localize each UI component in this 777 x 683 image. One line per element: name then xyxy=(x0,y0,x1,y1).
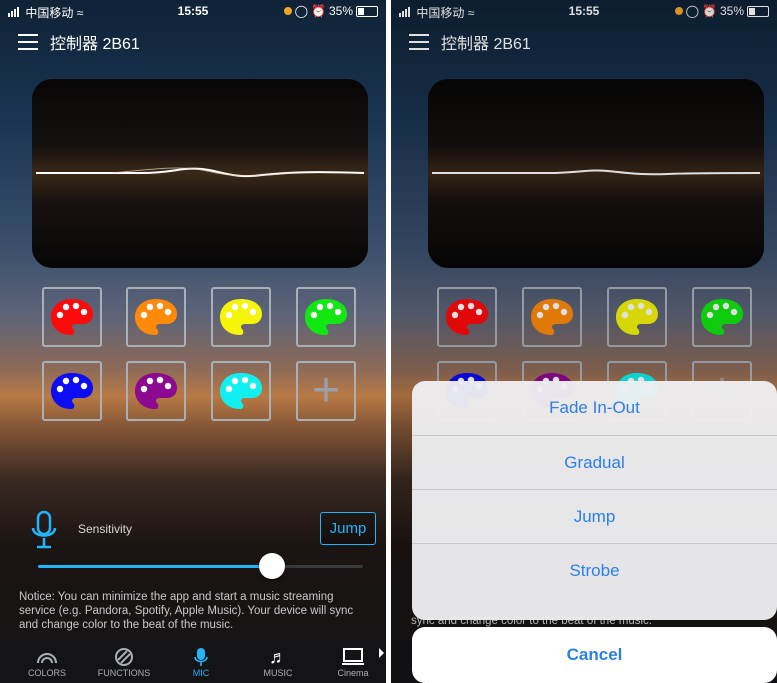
mic-icon xyxy=(166,646,236,668)
palette-icon xyxy=(305,299,347,335)
stripes-icon xyxy=(89,646,159,668)
tab-functions[interactable]: FUNCTIONS xyxy=(89,646,159,678)
menu-icon[interactable] xyxy=(18,34,38,50)
waveform xyxy=(36,167,365,178)
cancel-button[interactable]: Cancel xyxy=(412,627,777,683)
status-right: ◯ ⏰ 35% xyxy=(283,4,378,18)
alarm-icon: ⏰ xyxy=(311,4,326,18)
screen-icon xyxy=(318,646,386,668)
palette-icon xyxy=(51,299,93,335)
color-palette-orange[interactable] xyxy=(126,287,186,347)
color-palette-green[interactable] xyxy=(296,287,356,347)
tab-cinema[interactable]: Cinema xyxy=(318,646,386,678)
slider-knob[interactable] xyxy=(259,553,285,579)
tab-colors[interactable]: COLORS xyxy=(12,646,82,678)
recording-dot-icon xyxy=(283,7,292,15)
more-tabs-arrow-icon[interactable] xyxy=(379,648,384,658)
mic-icon xyxy=(30,510,58,555)
plus-icon: + xyxy=(311,364,341,417)
tab-mic[interactable]: MIC xyxy=(166,646,236,678)
page-title: 控制器 2B61 xyxy=(50,36,140,53)
color-palette-yellow[interactable] xyxy=(211,287,271,347)
tab-label: MIC xyxy=(192,668,210,678)
palette-icon xyxy=(220,373,262,409)
color-palette-cyan[interactable] xyxy=(211,361,271,421)
tab-label: COLORS xyxy=(27,668,66,678)
battery-percent: 35% xyxy=(328,4,353,18)
tab-bar: COLORS FUNCTIONS MIC ♬ MUSIC Cinema xyxy=(0,640,386,683)
phone-screen-right: 中国移动 ≈ 15:55 ◯ ⏰ 35% 控制器 2B61 sync and c… xyxy=(391,0,777,683)
tab-label: Cinema xyxy=(337,668,369,678)
palette-icon xyxy=(51,373,93,409)
rainbow-icon xyxy=(12,646,82,668)
audio-visualizer xyxy=(32,79,368,268)
slider-fill xyxy=(38,565,272,568)
color-palette-red[interactable] xyxy=(42,287,102,347)
status-bar: 中国移动 ≈ 15:55 ◯ ⏰ 35% xyxy=(0,0,386,20)
option-jump[interactable]: Jump xyxy=(412,489,777,543)
phone-screen-left: 中国移动 ≈ 15:55 ◯ ⏰ 35% 控制器 2B61 + Sensitiv… xyxy=(0,0,386,683)
sensitivity-label: Sensitivity xyxy=(78,522,133,536)
mode-button[interactable]: Jump xyxy=(320,512,376,545)
add-color-button[interactable]: + xyxy=(296,361,356,421)
option-gradual[interactable]: Gradual xyxy=(412,435,777,489)
notice-text: Notice: You can minimize the app and sta… xyxy=(19,591,354,631)
palette-icon xyxy=(220,299,262,335)
lock-rotation-icon: ◯ xyxy=(294,4,309,18)
option-fade-in-out[interactable]: Fade In-Out xyxy=(412,381,777,435)
tab-label: FUNCTIONS xyxy=(97,668,151,678)
action-sheet: Fade In-Out Gradual Jump Strobe xyxy=(412,381,777,620)
battery-icon xyxy=(356,5,378,17)
sensitivity-slider[interactable] xyxy=(38,553,363,579)
palette-icon xyxy=(135,299,177,335)
title-bar: 控制器 2B61 xyxy=(18,30,140,54)
color-palette-blue[interactable] xyxy=(42,361,102,421)
tab-label: MUSIC xyxy=(263,668,293,678)
option-strobe[interactable]: Strobe xyxy=(412,543,777,597)
color-palette-purple[interactable] xyxy=(126,361,186,421)
music-note-icon: ♬ xyxy=(269,646,287,667)
palette-icon xyxy=(135,373,177,409)
tab-music[interactable]: ♬ MUSIC xyxy=(243,646,313,679)
